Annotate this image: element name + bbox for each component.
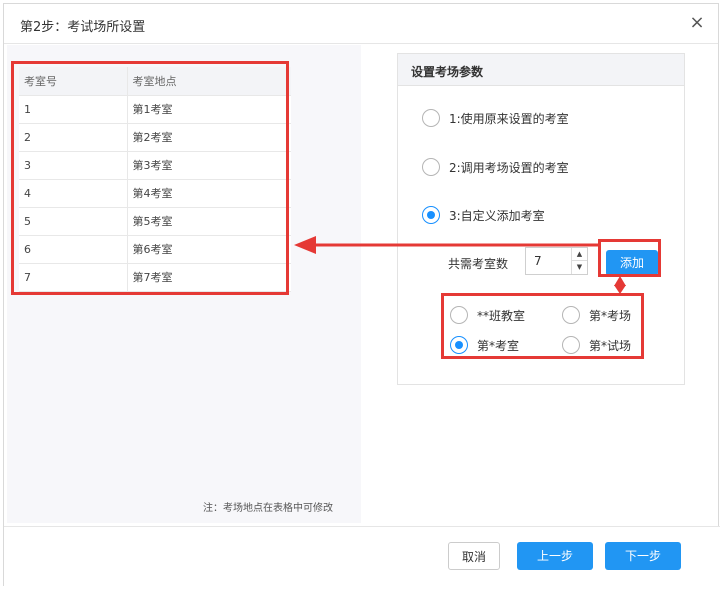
previous-step-button[interactable]: 上一步 [517, 542, 593, 570]
table-row[interactable]: 5 第5考室 [19, 207, 291, 236]
radio-button-checked[interactable] [422, 206, 440, 224]
settings-header: 设置考场参数 [398, 54, 684, 86]
format-label: 第*试场 [589, 338, 632, 353]
room-location-cell[interactable]: 第7考室 [127, 263, 291, 292]
table-row[interactable]: 1 第1考室 [19, 95, 291, 124]
format-label: 第*考室 [477, 338, 520, 353]
settings-panel: 设置考场参数 1:使用原来设置的考室 2:调用考场设置的考室 3:自定义添加考室… [397, 53, 685, 385]
option-label: 2:调用考场设置的考室 [449, 160, 569, 175]
close-icon[interactable]: × [688, 14, 706, 32]
format-exam-room[interactable]: 第*考室 [450, 336, 519, 354]
format-exam-hall[interactable]: 第*考场 [562, 306, 631, 324]
room-number-cell: 1 [19, 95, 128, 124]
decrement-icon[interactable]: ▼ [571, 261, 587, 274]
exam-site-dialog: 第2步：考试场所设置 × 考室号 考室地点 1 第1考室 2 第2考室 3 第3考室 … [3, 3, 720, 586]
dialog-title: 第2步：考试场所设置 [20, 20, 146, 35]
room-number-cell: 7 [19, 263, 128, 292]
room-count-stepper[interactable]: 7 ▲ ▼ [525, 247, 588, 275]
format-class-room[interactable]: **班教室 [450, 306, 525, 324]
increment-icon[interactable]: ▲ [571, 248, 587, 261]
option-use-original-rooms[interactable]: 1:使用原来设置的考室 [422, 109, 569, 127]
radio-button[interactable] [450, 306, 468, 324]
radio-button[interactable] [562, 306, 580, 324]
radio-button[interactable] [422, 158, 440, 176]
format-label: **班教室 [477, 308, 526, 323]
dialog-footer: 取消 上一步 下一步 [4, 526, 720, 586]
column-header-room-location: 考室地点 [127, 67, 291, 96]
radio-button-checked[interactable] [450, 336, 468, 354]
room-count-value[interactable]: 7 [534, 254, 542, 268]
room-location-cell[interactable]: 第5考室 [127, 207, 291, 236]
room-location-cell[interactable]: 第6考室 [127, 235, 291, 264]
room-table: 考室号 考室地点 1 第1考室 2 第2考室 3 第3考室 4 第4考室 5 第5考室 6… [19, 67, 291, 292]
room-number-cell: 5 [19, 207, 128, 236]
room-number-cell: 6 [19, 235, 128, 264]
option-custom-add-rooms[interactable]: 3:自定义添加考室 [422, 206, 545, 224]
radio-button[interactable] [422, 109, 440, 127]
table-row[interactable]: 7 第7考室 [19, 263, 291, 292]
table-row[interactable]: 4 第4考室 [19, 179, 291, 208]
room-location-cell[interactable]: 第1考室 [127, 95, 291, 124]
room-number-cell: 3 [19, 151, 128, 180]
room-list-panel: 考室号 考室地点 1 第1考室 2 第2考室 3 第3考室 4 第4考室 5 第5考室 6… [7, 45, 361, 523]
table-row[interactable]: 3 第3考室 [19, 151, 291, 180]
column-header-room-number: 考室号 [19, 67, 128, 96]
room-location-cell[interactable]: 第4考室 [127, 179, 291, 208]
room-location-cell[interactable]: 第3考室 [127, 151, 291, 180]
dialog-titlebar: 第2步：考试场所设置 × [4, 4, 718, 44]
option-label: 3:自定义添加考室 [449, 208, 545, 223]
room-number-cell: 4 [19, 179, 128, 208]
format-test-site[interactable]: 第*试场 [562, 336, 631, 354]
table-row[interactable]: 6 第6考室 [19, 235, 291, 264]
room-location-cell[interactable]: 第2考室 [127, 123, 291, 152]
option-label: 1:使用原来设置的考室 [449, 111, 569, 126]
radio-button[interactable] [562, 336, 580, 354]
room-count-label: 共需考室数 [448, 257, 509, 271]
table-row[interactable]: 2 第2考室 [19, 123, 291, 152]
add-button[interactable]: 添加 [606, 250, 658, 276]
room-number-cell: 2 [19, 123, 128, 152]
option-use-site-rooms[interactable]: 2:调用考场设置的考室 [422, 158, 569, 176]
table-header-row: 考室号 考室地点 [19, 67, 291, 96]
table-edit-note: 注：考场地点在表格中可修改 [203, 503, 333, 514]
format-label: 第*考场 [589, 308, 632, 323]
cancel-button[interactable]: 取消 [448, 542, 500, 570]
next-step-button[interactable]: 下一步 [605, 542, 681, 570]
